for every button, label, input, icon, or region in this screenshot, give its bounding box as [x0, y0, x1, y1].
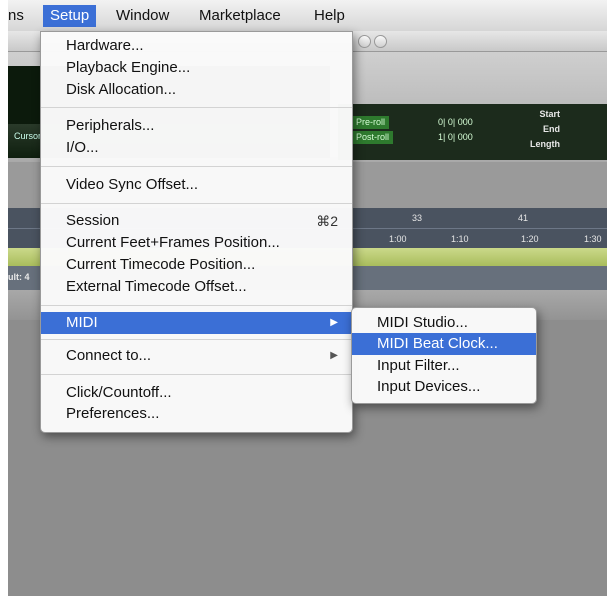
menu-setup[interactable]: Setup [43, 5, 97, 27]
menu-item-label: MIDI [66, 314, 98, 331]
menu-item-input-devices[interactable]: Input Devices... [352, 376, 536, 398]
menu-separator [41, 374, 352, 375]
menu-item-feet-frames-position[interactable]: Current Feet+Frames Position... [41, 232, 352, 254]
cursor-label: Cursor [14, 131, 42, 141]
submenu-arrow-icon: ▶ [330, 350, 338, 361]
submenu-arrow-icon: ▶ [330, 317, 338, 328]
menu-item-input-filter[interactable]: Input Filter... [352, 355, 536, 377]
menu-item-label: Connect to... [66, 347, 152, 364]
menu-item-hardware[interactable]: Hardware... [41, 35, 352, 57]
menu-item-midi-studio[interactable]: MIDI Studio... [352, 312, 536, 334]
track-label: ult: 4 [8, 272, 30, 282]
menu-help[interactable]: Help [314, 6, 345, 26]
ruler-time: 1:20 [521, 234, 539, 244]
menu-item-timecode-position[interactable]: Current Timecode Position... [41, 254, 352, 276]
menu-marketplace[interactable]: Marketplace [199, 6, 281, 26]
ruler-time: 1:10 [451, 234, 469, 244]
window-button[interactable] [374, 35, 387, 48]
menu-separator [41, 339, 352, 340]
menu-options[interactable]: ns [8, 6, 24, 26]
midi-submenu: MIDI Studio... MIDI Beat Clock... Input … [351, 307, 537, 404]
menu-item-video-sync-offset[interactable]: Video Sync Offset... [41, 174, 352, 196]
menu-separator [41, 166, 352, 167]
menu-item-click-countoff[interactable]: Click/Countoff... [41, 382, 352, 404]
menu-window[interactable]: Window [116, 6, 169, 26]
ruler-time: 1:30 [584, 234, 602, 244]
menu-item-preferences[interactable]: Preferences... [41, 403, 352, 425]
menu-bar: ns Setup Window Marketplace Help [8, 0, 607, 32]
menu-separator [41, 305, 352, 306]
postroll-value[interactable]: 1| 0| 000 [438, 131, 473, 144]
ruler-time: 1:00 [389, 234, 407, 244]
window-button[interactable] [358, 35, 371, 48]
menu-item-playback-engine[interactable]: Playback Engine... [41, 57, 352, 79]
postroll-toggle[interactable]: Post-roll [352, 131, 394, 144]
menu-separator [41, 107, 352, 108]
preroll-value[interactable]: 0| 0| 000 [438, 116, 473, 129]
selection-end-label: End [543, 124, 560, 134]
menu-item-peripherals[interactable]: Peripherals... [41, 115, 352, 137]
ruler-bar-number: 33 [412, 213, 423, 223]
menu-item-io[interactable]: I/O... [41, 137, 352, 159]
ruler-bar-number: 41 [518, 213, 529, 223]
menu-item-connect-to[interactable]: Connect to... ▶ [41, 345, 352, 367]
menu-separator [41, 203, 352, 204]
menu-item-midi-beat-clock[interactable]: MIDI Beat Clock... [352, 333, 536, 355]
menu-item-session[interactable]: Session ⌘2 [41, 210, 352, 232]
menu-item-disk-allocation[interactable]: Disk Allocation... [41, 79, 352, 101]
menu-item-label: Session [66, 212, 120, 229]
menu-item-external-timecode-offset[interactable]: External Timecode Offset... [41, 276, 352, 298]
setup-menu: Hardware... Playback Engine... Disk Allo… [40, 31, 353, 433]
selection-length-label: Length [530, 139, 560, 149]
menu-item-midi[interactable]: MIDI ▶ [41, 312, 352, 334]
preroll-toggle[interactable]: Pre-roll [352, 116, 390, 129]
selection-start-label: Start [539, 109, 560, 119]
session-shortcut: ⌘2 [316, 213, 338, 229]
